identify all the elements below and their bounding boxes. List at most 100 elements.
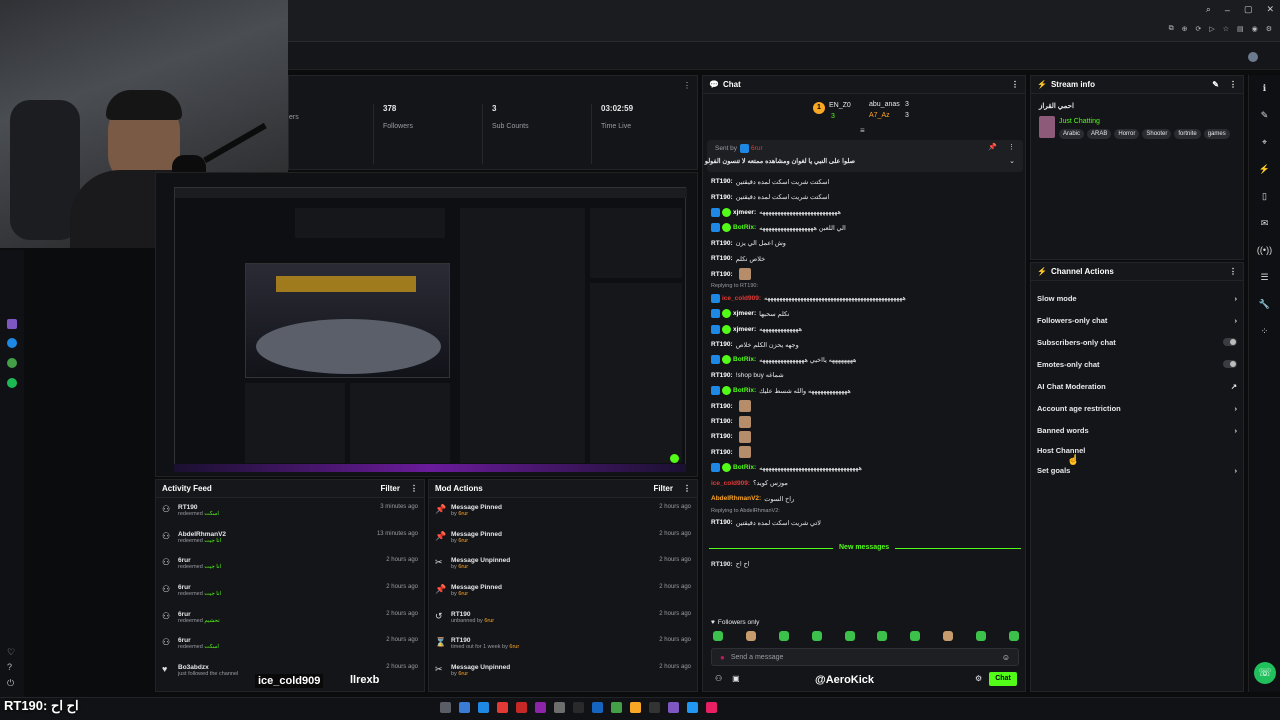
mod-action-item[interactable]: 📌 Message Pinned by 6rur 2 hours ago <box>429 502 697 529</box>
profile-icon[interactable]: ◉ <box>1252 25 1258 33</box>
more-icon[interactable]: ⋮ <box>410 484 418 493</box>
chat-username[interactable]: RT190: <box>711 178 733 185</box>
taskbar-app-icon[interactable] <box>554 702 565 713</box>
channel-action-slow-mode[interactable]: Slow mode › <box>1031 287 1243 309</box>
taskbar-app-icon[interactable] <box>611 702 622 713</box>
more-icon[interactable]: ⋮ <box>683 484 691 493</box>
extension-icon[interactable]: ⊕ <box>1182 25 1188 33</box>
chat-username[interactable]: ice_cold909: <box>722 295 761 302</box>
settings-icon[interactable]: ⚙ <box>1266 25 1272 33</box>
activity-feed-item[interactable]: ⚇ 6rur redeemed انا جيت 2 hours ago <box>156 555 424 582</box>
more-icon[interactable]: ⋮ <box>1229 267 1237 276</box>
emote-icon[interactable] <box>943 631 954 641</box>
heart-outline-icon[interactable]: ♡ <box>7 647 15 658</box>
filter-button[interactable]: Filter <box>653 484 673 493</box>
help-icon[interactable]: ? <box>7 662 12 672</box>
play-icon[interactable]: ▷ <box>1209 25 1214 33</box>
chat-message[interactable]: RT190: اسكتت شريت اسكت لمده دقيقتين <box>711 189 1019 204</box>
mod-user[interactable]: 6rur <box>458 511 468 517</box>
mod-action-item[interactable]: 📌 Message Pinned by 6rur 2 hours ago <box>429 582 697 609</box>
chat-username[interactable]: RT190: <box>711 403 733 410</box>
chat-username[interactable]: AbdelRhmanV2: <box>711 495 761 502</box>
app-icon-1[interactable] <box>7 319 17 329</box>
chat-message[interactable]: BotRix: هههههههههههههه والله شسط عليك <box>711 383 1019 398</box>
message-user[interactable]: RT190: <box>711 561 733 568</box>
activity-feed-item[interactable]: ⚇ AbdelRhmanV2 redeemed انا جيت 13 minut… <box>156 529 424 556</box>
chat-message[interactable]: AbdelRhmanV2: راح السوت <box>711 491 1019 506</box>
mic-icon[interactable]: ● <box>720 653 725 662</box>
feed-user[interactable]: 6rur <box>178 584 386 591</box>
emote-icon[interactable] <box>910 631 921 641</box>
activity-feed-item[interactable]: ⚇ 6rur redeemed اسكت 2 hours ago <box>156 635 424 662</box>
channel-action-set-goals[interactable]: Set goals › <box>1031 459 1243 481</box>
messenger-icon[interactable] <box>7 338 17 348</box>
tag-chip[interactable]: ARAB <box>1087 129 1112 139</box>
chat-message[interactable]: RT190: <box>711 414 1019 429</box>
chat-message[interactable]: RT190: لاتي شريت اسكت لمده دقيقتين <box>711 515 1019 530</box>
emote-icon[interactable] <box>1008 631 1019 641</box>
taskbar-app-icon[interactable] <box>706 702 717 713</box>
taskbar-app-icon[interactable] <box>497 702 508 713</box>
channel-action-host-channel[interactable]: Host Channel <box>1031 441 1243 459</box>
mod-user[interactable]: 6rur <box>458 591 468 597</box>
top-user-2[interactable]: abu_anas <box>869 101 900 108</box>
chat-username[interactable]: xjmeer: <box>733 310 756 317</box>
spotify-icon[interactable] <box>7 378 17 388</box>
search-icon[interactable]: ⌕ <box>1206 4 1211 15</box>
chat-message[interactable]: BotRix: ههههههههه يااخيي هههههههههههههههه <box>711 352 1019 367</box>
emote-icon[interactable] <box>877 631 888 641</box>
chat-message[interactable]: RT190: <box>711 429 1019 444</box>
gift-icon[interactable]: ▣ <box>732 674 740 683</box>
feed-user[interactable]: AbdelRhmanV2 <box>178 531 377 538</box>
mod-action-item[interactable]: ↺ RT190 unbanned by 6rur 2 hours ago <box>429 609 697 636</box>
chat-username[interactable]: RT190: <box>711 433 733 440</box>
mod-action-item[interactable]: ⌛ RT190 timed out for 1 week by 6rur 2 h… <box>429 635 697 662</box>
chat-username[interactable]: RT190: <box>711 449 733 456</box>
taskbar-app-icon[interactable] <box>478 702 489 713</box>
taskbar-app-icon[interactable] <box>459 702 470 713</box>
mod-user[interactable]: 6rur <box>458 671 468 677</box>
mod-action-item[interactable]: 📌 Message Pinned by 6rur 2 hours ago <box>429 529 697 556</box>
chevron-down-icon[interactable]: ⌄ <box>1009 157 1015 165</box>
chat-message[interactable]: RT190: <box>711 445 1019 460</box>
emote-icon[interactable] <box>778 631 789 641</box>
taskbar-app-icon[interactable] <box>516 702 527 713</box>
chat-message[interactable]: xjmeer: نكلم سحبها <box>711 306 1019 321</box>
chat-message[interactable]: BotRix: الي اللعبن ههههههههههههههههههه <box>711 220 1019 235</box>
channel-action-followers-only-chat[interactable]: Followers-only chat › <box>1031 309 1243 331</box>
tag-chip[interactable]: Arabic <box>1059 129 1085 139</box>
chat-message[interactable]: ice_cold909: هههههههههههههههههههههههههههه… <box>711 291 1019 306</box>
chat-username[interactable]: xjmeer: <box>733 209 756 216</box>
toggle-switch[interactable] <box>1223 338 1237 346</box>
collapse-icon[interactable]: ≡ <box>860 126 865 135</box>
mod-user[interactable]: 6rur <box>484 618 494 624</box>
stream-preview[interactable] <box>155 172 698 477</box>
more-icon[interactable]: ⋮ <box>1229 80 1237 89</box>
close-icon[interactable]: ✕ <box>1266 4 1274 15</box>
channel-action-subscribers-only-chat[interactable]: Subscribers-only chat <box>1031 331 1243 353</box>
taskbar-app-icon[interactable] <box>687 702 698 713</box>
chat-message[interactable]: xjmeer: هههههههههههههه <box>711 322 1019 337</box>
emote-icon[interactable] <box>713 631 723 641</box>
tab-icon[interactable]: ⧉ <box>1169 25 1174 33</box>
chat-message[interactable]: RT190: وش اعمل الي يزن <box>711 236 1019 251</box>
tag-chip[interactable]: Horror <box>1114 129 1140 139</box>
chat-username[interactable]: ice_cold909: <box>711 480 750 487</box>
category-name[interactable]: Just Chatting <box>1059 118 1100 125</box>
chat-username[interactable]: RT190: <box>711 519 733 526</box>
mod-user[interactable]: 6rur <box>458 538 468 544</box>
panel-menu-icon[interactable]: ⋮ <box>683 81 691 90</box>
feed-user[interactable]: Bo3abdzx <box>178 664 386 671</box>
minimize-icon[interactable]: – <box>1225 5 1230 15</box>
chat-username[interactable]: BotRix: <box>733 224 756 231</box>
user-avatar[interactable] <box>1248 52 1258 62</box>
power-icon[interactable]: ⏻ <box>7 678 14 689</box>
mod-user[interactable]: 6rur <box>509 644 519 650</box>
wrench-icon[interactable]: 🔧 <box>1254 295 1276 313</box>
channel-action-emotes-only-chat[interactable]: Emotes-only chat <box>1031 353 1243 375</box>
apps-icon[interactable]: ⁘ <box>1254 322 1276 340</box>
pinned-message[interactable]: Sent by 6rur صلوا على النبي يا لغوان ومش… <box>705 140 1023 172</box>
chat-username[interactable]: BotRix: <box>733 356 756 363</box>
maximize-icon[interactable]: ▢ <box>1244 4 1253 15</box>
chat-message[interactable]: ice_cold909: موزس كويد؟ <box>711 475 1019 490</box>
